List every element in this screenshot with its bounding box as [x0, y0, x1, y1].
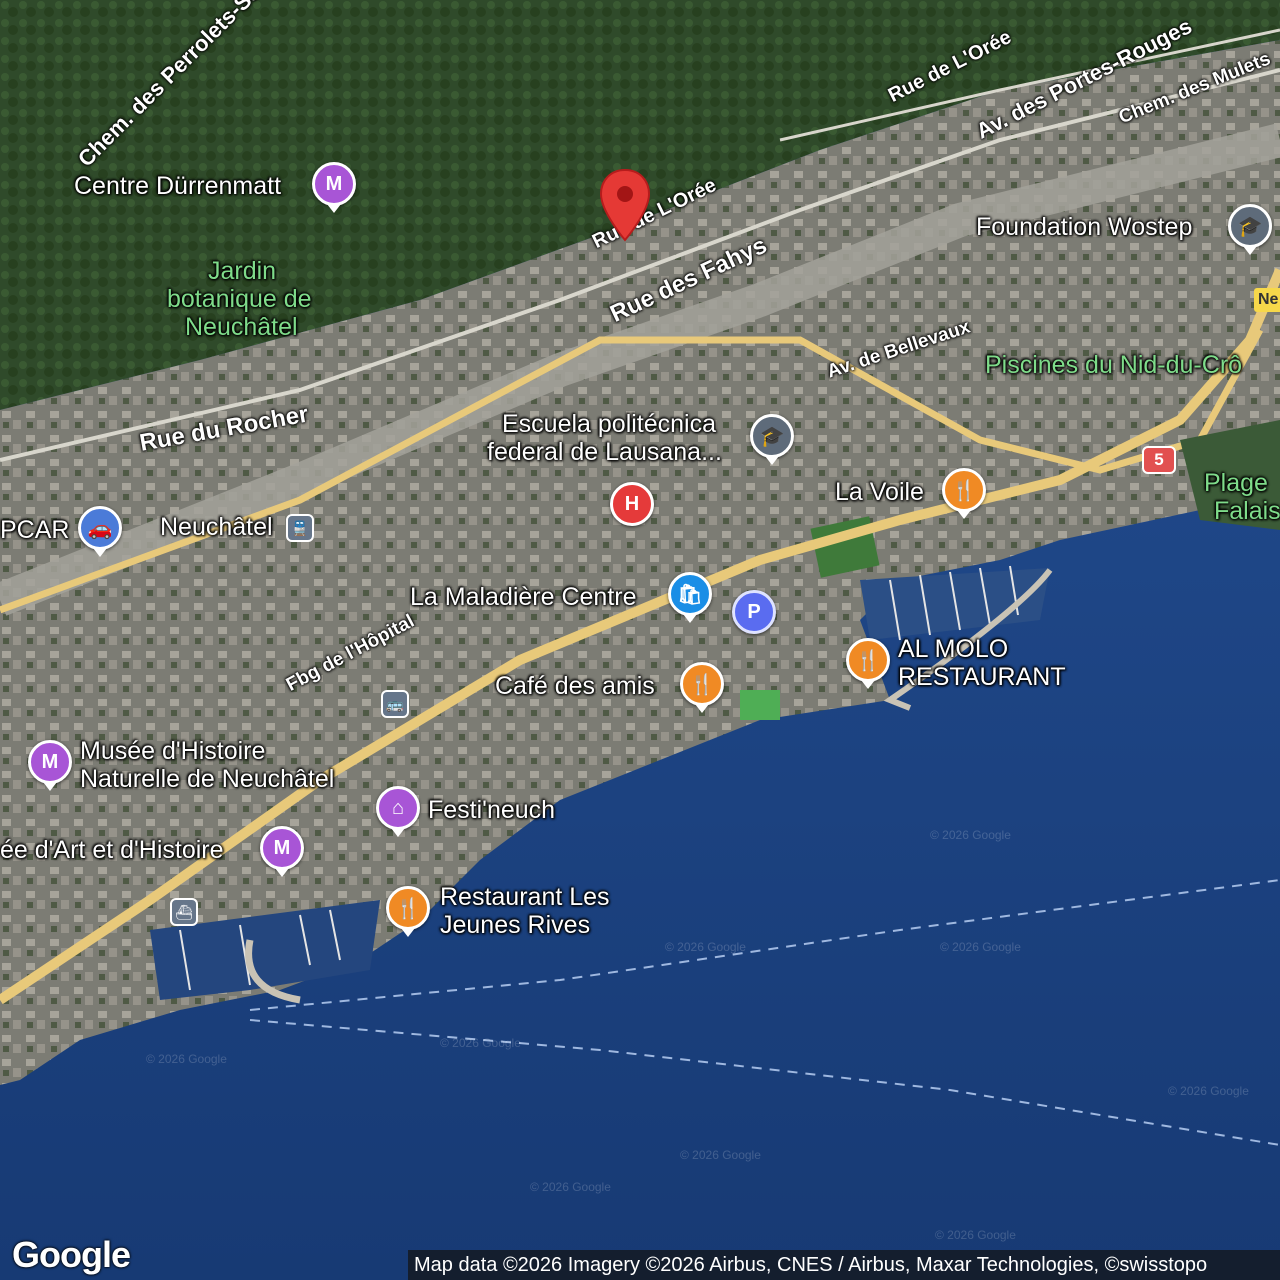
map-watermark: © 2026 Google [940, 940, 1021, 954]
label-la-voile[interactable]: La Voile [835, 478, 924, 506]
label-epfl-line2[interactable]: federal de Lausana... [487, 438, 722, 466]
map-watermark: © 2026 Google [440, 1036, 521, 1050]
label-jeunes-rives-line1[interactable]: Restaurant Les [440, 883, 610, 911]
label-festineuch[interactable]: Festi'neuch [428, 796, 555, 824]
label-centre-durrenmatt[interactable]: Centre Dürrenmatt [74, 172, 281, 200]
shopping-icon[interactable]: 🛍 [668, 572, 712, 623]
map-watermark: © 2026 Google [1168, 1084, 1249, 1098]
label-jardin-line1[interactable]: Jardin [208, 257, 276, 285]
ferry-icon[interactable]: ⛴ [170, 898, 198, 926]
parking-icon[interactable]: P [732, 590, 776, 634]
label-al-molo-line2[interactable]: RESTAURANT [898, 663, 1066, 691]
label-musee-hn-line2[interactable]: Naturelle de Neuchâtel [80, 765, 334, 793]
map-attribution[interactable]: Map data ©2026 Imagery ©2026 Airbus, CNE… [408, 1250, 1280, 1280]
restaurant-icon[interactable]: 🍴 [386, 886, 430, 937]
label-pcar[interactable]: PCAR [0, 516, 69, 544]
car-rental-icon[interactable]: 🚗 [78, 506, 122, 557]
education-icon[interactable]: 🎓 [750, 414, 794, 465]
map-watermark: © 2026 Google [935, 1228, 1016, 1242]
castle-icon[interactable]: ⌂ [376, 786, 420, 837]
label-cafe-des-amis[interactable]: Café des amis [495, 672, 655, 700]
education-icon[interactable]: 🎓 [1228, 204, 1272, 255]
sports-field [740, 690, 780, 720]
map-watermark: © 2026 Google [530, 1180, 611, 1194]
label-jardin-line3[interactable]: Neuchâtel [185, 313, 298, 341]
label-neuchatel-station[interactable]: Neuchâtel [160, 513, 273, 541]
label-jeunes-rives-line2[interactable]: Jeunes Rives [440, 911, 590, 939]
label-musee-art[interactable]: ée d'Art et d'Histoire [0, 836, 224, 864]
museum-icon[interactable]: M [28, 740, 72, 791]
museum-icon[interactable]: M [312, 162, 356, 213]
route-5-shield: 5 [1142, 446, 1176, 474]
map-watermark: © 2026 Google [930, 828, 1011, 842]
highway-shield: Ne [1254, 288, 1280, 312]
train-station-icon[interactable]: 🚆 [286, 514, 314, 542]
label-piscines[interactable]: Piscines du Nid-du-Crô [985, 351, 1242, 379]
bus-stop-icon[interactable]: 🚌 [381, 690, 409, 718]
map-watermark: © 2026 Google [146, 1052, 227, 1066]
label-plage-line1[interactable]: Plage [1204, 469, 1268, 497]
map-watermark: © 2026 Google [665, 940, 746, 954]
label-epfl-line1[interactable]: Escuela politécnica [502, 410, 716, 438]
label-al-molo-line1[interactable]: AL MOLO [898, 635, 1008, 663]
label-maladiere-centre[interactable]: La Maladière Centre [410, 583, 637, 611]
label-musee-hn-line1[interactable]: Musée d'Histoire [80, 737, 265, 765]
hospital-icon[interactable]: H [610, 482, 654, 526]
museum-icon[interactable]: M [260, 826, 304, 877]
location-pin-icon[interactable] [598, 168, 652, 242]
label-plage-line2[interactable]: Falais [1214, 497, 1280, 525]
google-logo: Google [12, 1234, 131, 1275]
restaurant-icon[interactable]: 🍴 [942, 468, 986, 519]
label-foundation-wostep[interactable]: Foundation Wostep [976, 213, 1192, 241]
restaurant-icon[interactable]: 🍴 [846, 638, 890, 689]
map-watermark: © 2026 Google [680, 1148, 761, 1162]
restaurant-icon[interactable]: 🍴 [680, 662, 724, 713]
label-jardin-line2[interactable]: botanique de [167, 285, 312, 313]
